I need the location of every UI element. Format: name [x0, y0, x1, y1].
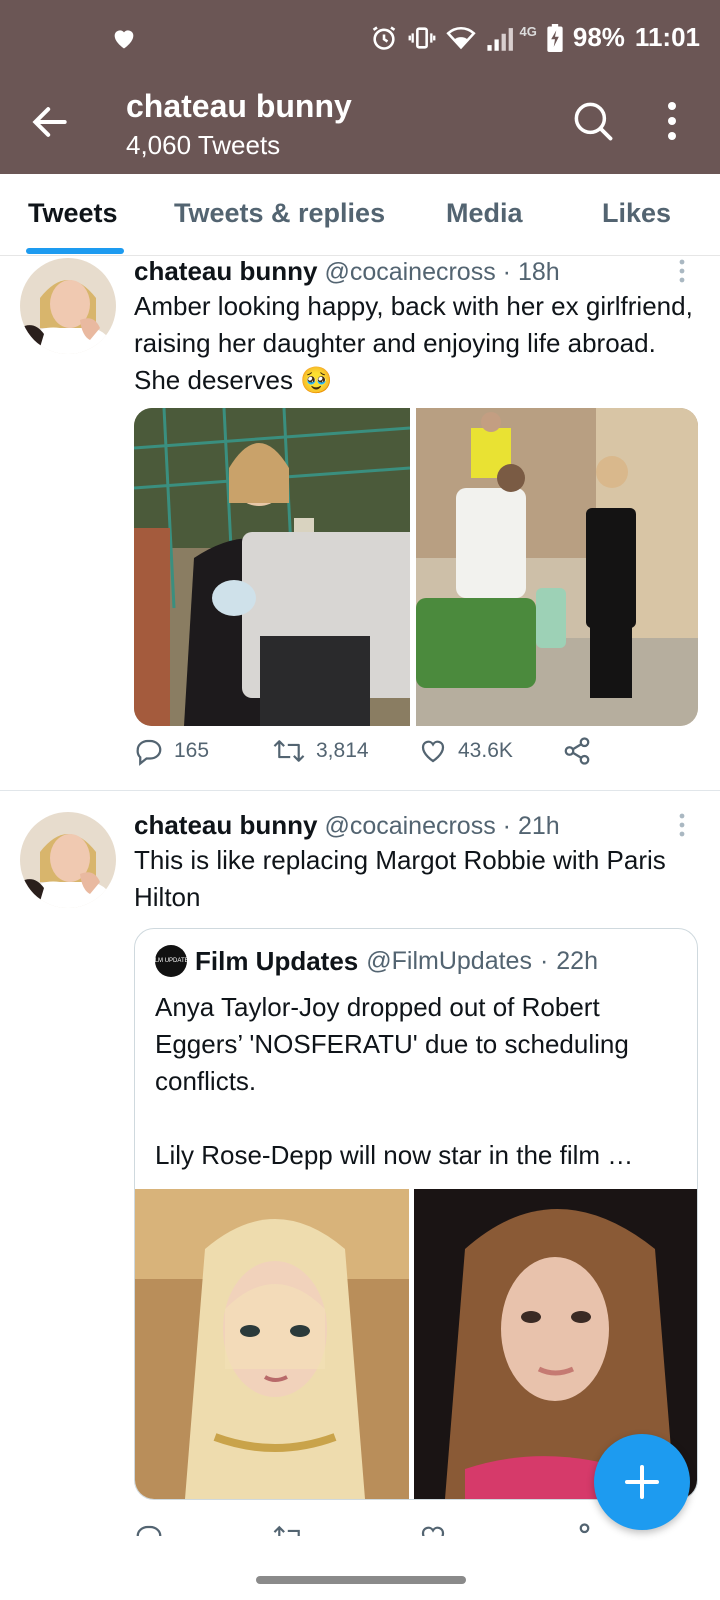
tweet-more-icon[interactable] [678, 812, 686, 838]
tab-likes[interactable]: Likes [602, 198, 671, 229]
like-icon[interactable] [418, 1522, 448, 1536]
share-button[interactable] [562, 736, 592, 766]
tweet-text: This is like replacing Margot Robbie wit… [134, 845, 666, 912]
separator-dot: · [502, 812, 518, 840]
quoted-tweet[interactable]: FILM UPDATES Film Updates @FilmUpdates ·… [134, 928, 698, 1500]
wifi-icon [445, 26, 476, 49]
quoted-author-name: Film Updates [195, 945, 359, 976]
reply-count: 165 [174, 739, 210, 762]
alarm-icon [372, 25, 395, 50]
quoted-author-handle: @FilmUpdates [366, 946, 532, 975]
tweet-time: 21h [517, 812, 560, 840]
heart-notification-icon [114, 30, 134, 49]
tweet-header: chateau bunny @cocainecross · 21h [134, 810, 560, 841]
tweet-time: 18h [517, 258, 560, 286]
retweet-button[interactable]: 3,814 [272, 736, 369, 766]
reply-icon[interactable] [134, 1522, 164, 1536]
battery-icon [547, 23, 563, 52]
like-button[interactable]: 43.6K [418, 736, 513, 766]
profile-name-title: chateau bunny [126, 88, 352, 124]
compose-tweet-button[interactable] [594, 1434, 690, 1530]
retweet-count: 3,814 [316, 739, 369, 762]
tweet-header: chateau bunny @cocainecross · 18h [134, 256, 560, 287]
quoted-tweet-time: 22h [556, 946, 598, 975]
quoted-tweet-text: Anya Taylor-Joy dropped out of Robert Eg… [155, 992, 634, 1170]
clock: 11:01 [634, 22, 700, 52]
tweet-count: 4,060 Tweets [126, 130, 281, 160]
battery-level: 98% [572, 22, 625, 52]
tweet-more-icon[interactable] [678, 258, 686, 284]
gesture-navigation-bar[interactable] [256, 1576, 466, 1584]
separator-dot: · [502, 258, 518, 286]
reply-button[interactable]: 165 [134, 736, 209, 766]
tab-tweets-and-replies[interactable]: Tweets & replies [174, 198, 385, 229]
tweet-actions-partial [134, 1522, 614, 1536]
reply-icon [136, 739, 162, 766]
retweet-icon [273, 740, 305, 762]
avatar[interactable] [20, 258, 116, 354]
back-arrow-icon[interactable] [28, 100, 72, 144]
network-type: 4G [519, 23, 537, 39]
vibrate-icon [408, 26, 435, 49]
search-icon[interactable] [572, 100, 614, 142]
share-icon [564, 737, 590, 765]
signal-indicator: 4G [486, 23, 537, 51]
signal-icon [486, 27, 513, 51]
share-icon[interactable] [562, 1522, 592, 1536]
profile-tabs: Tweets Tweets & replies Media Likes [0, 174, 720, 256]
author-name[interactable]: chateau bunny [134, 810, 317, 840]
like-icon [421, 740, 445, 763]
quoted-tweet-header: FILM UPDATES Film Updates @FilmUpdates ·… [149, 945, 598, 977]
more-options-icon[interactable] [662, 98, 682, 144]
tweet-text: Amber looking happy, back with her ex gi… [134, 291, 693, 395]
tweet-media[interactable] [134, 408, 698, 726]
status-bar: 4G 98% 11:01 [0, 0, 720, 76]
tab-tweets[interactable]: Tweets [28, 198, 118, 229]
tweet-actions: 165 3,814 43.6K [134, 736, 614, 776]
author-name[interactable]: chateau bunny [134, 256, 317, 286]
like-count: 43.6K [458, 739, 513, 762]
plus-icon [625, 1465, 659, 1499]
film-updates-logo[interactable]: FILM UPDATES [149, 945, 193, 977]
retweet-icon[interactable] [272, 1522, 306, 1536]
author-handle[interactable]: @cocainecross [324, 258, 495, 286]
tweet-divider [0, 790, 720, 791]
avatar[interactable] [20, 812, 116, 908]
separator-dot: · [539, 946, 549, 975]
app-header: 4G 98% 11:01 chateau bunny 4,060 Tweets [0, 0, 720, 174]
active-tab-indicator [26, 248, 124, 254]
media-photo-1[interactable] [134, 408, 420, 726]
quoted-photo-1[interactable] [135, 1189, 409, 1499]
author-handle[interactable]: @cocainecross [324, 812, 495, 840]
media-photo-2[interactable] [416, 408, 698, 726]
tab-media[interactable]: Media [446, 198, 523, 229]
